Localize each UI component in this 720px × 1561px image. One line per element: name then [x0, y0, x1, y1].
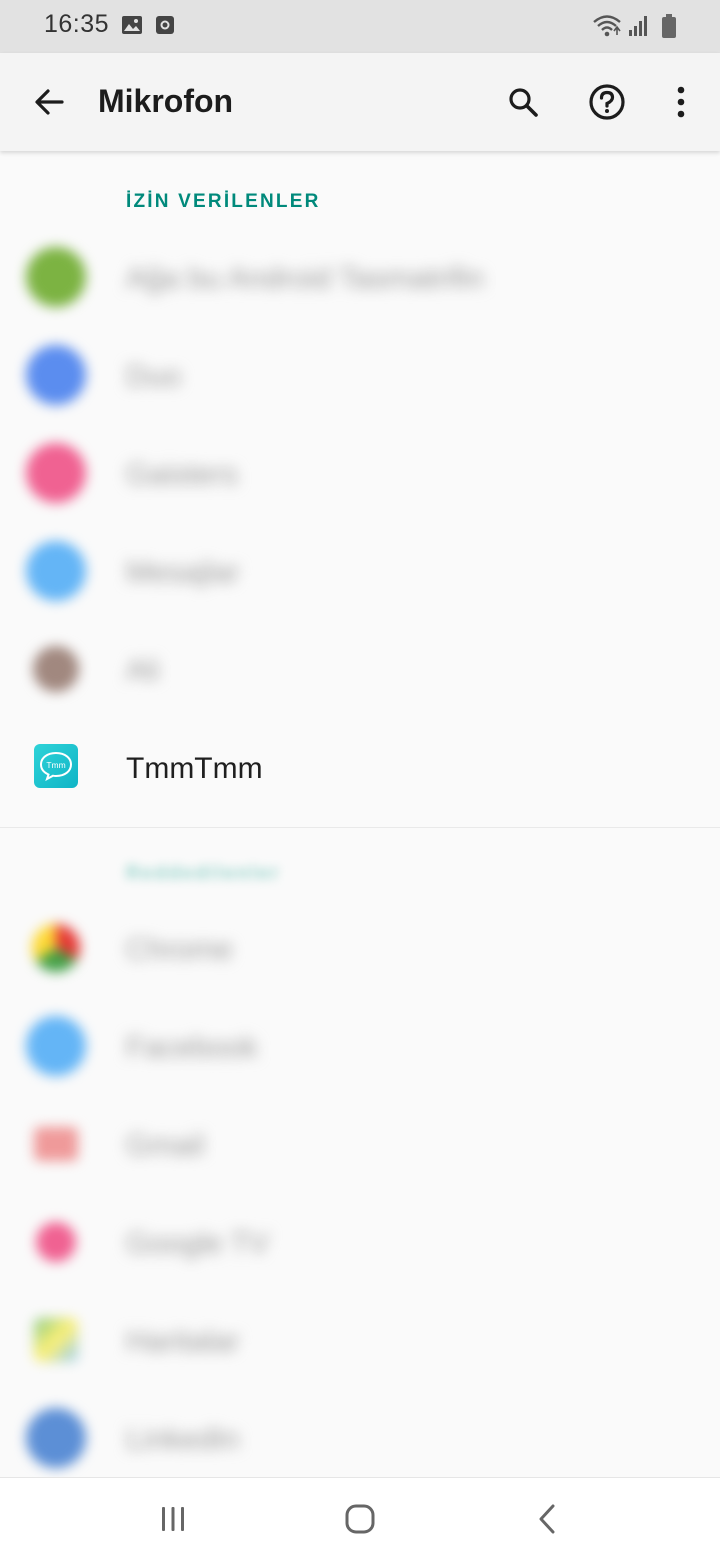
- app-label: TmmTmm: [126, 752, 263, 785]
- signal-icon: [628, 15, 650, 42]
- list-item[interactable]: Facebook: [0, 999, 720, 1097]
- status-bar: 16:35: [0, 0, 720, 53]
- app-icon: [26, 345, 86, 405]
- app-label: Google TV: [126, 1227, 269, 1260]
- list-item-tmmtmm[interactable]: Tmm TmmTmm: [0, 720, 720, 818]
- list-item[interactable]: Haritalar: [0, 1293, 720, 1391]
- app-label: Gmail: [126, 1129, 205, 1162]
- section-divider: [0, 827, 720, 828]
- app-icon: [26, 1016, 86, 1076]
- back-arrow-icon[interactable]: [24, 77, 74, 127]
- app-label: LinkedIn: [126, 1423, 240, 1456]
- app-label: Mesajlar: [126, 556, 240, 589]
- home-icon[interactable]: [335, 1496, 385, 1542]
- app-icon: [26, 541, 86, 601]
- app-icon: [34, 1127, 78, 1161]
- app-permission-list: İZİN VERİLENLER Ağa bu Android Tasmatrif…: [0, 151, 720, 1477]
- list-item[interactable]: LinkedIn: [0, 1391, 720, 1477]
- list-item[interactable]: Ali: [0, 622, 720, 720]
- battery-icon: [661, 13, 677, 44]
- app-icon: [34, 1318, 78, 1362]
- search-icon[interactable]: [498, 77, 548, 127]
- app-label: Ali: [126, 654, 160, 687]
- app-label: Facebook: [126, 1031, 258, 1064]
- list-item[interactable]: Google TV: [0, 1195, 720, 1293]
- app-label: Haritalar: [126, 1325, 240, 1358]
- tmmtmm-app-icon: Tmm: [34, 744, 78, 788]
- page-title: Mikrofon: [98, 83, 234, 119]
- section-header-denied: Reddedilenler: [126, 863, 281, 884]
- app-icon: [26, 443, 86, 503]
- navigation-bar: [0, 1477, 720, 1561]
- help-icon[interactable]: [582, 77, 632, 127]
- status-time: 16:35: [44, 10, 110, 38]
- app-icon: [33, 646, 79, 692]
- list-item[interactable]: Ağa bu Android Tasmatrifin: [0, 230, 720, 328]
- recents-icon[interactable]: [148, 1496, 198, 1542]
- list-item[interactable]: Gaisters: [0, 426, 720, 524]
- list-item[interactable]: Gmail: [0, 1097, 720, 1195]
- gallery-icon: [121, 14, 143, 41]
- app-label: Gaisters: [126, 458, 238, 491]
- app-icon: [26, 1408, 86, 1468]
- app-bar: Mikrofon: [0, 53, 720, 151]
- more-vert-icon[interactable]: [656, 77, 706, 127]
- app-label: Ağa bu Android Tasmatrifin: [126, 262, 484, 295]
- list-item[interactable]: Duo: [0, 328, 720, 426]
- back-nav-icon[interactable]: [522, 1496, 572, 1542]
- app-icon: [32, 924, 80, 972]
- app-icon: [26, 247, 86, 307]
- app-label: Duo: [126, 360, 182, 393]
- app-icon: [36, 1222, 76, 1262]
- tmm-icon-text: Tmm: [46, 760, 65, 770]
- screen-record-icon: [155, 14, 175, 41]
- section-header-allowed: İZİN VERİLENLER: [126, 191, 321, 212]
- app-label: Chrome: [126, 933, 233, 966]
- wifi-icon: [592, 13, 622, 44]
- list-item[interactable]: Mesajlar: [0, 524, 720, 622]
- list-item[interactable]: Chrome: [0, 901, 720, 999]
